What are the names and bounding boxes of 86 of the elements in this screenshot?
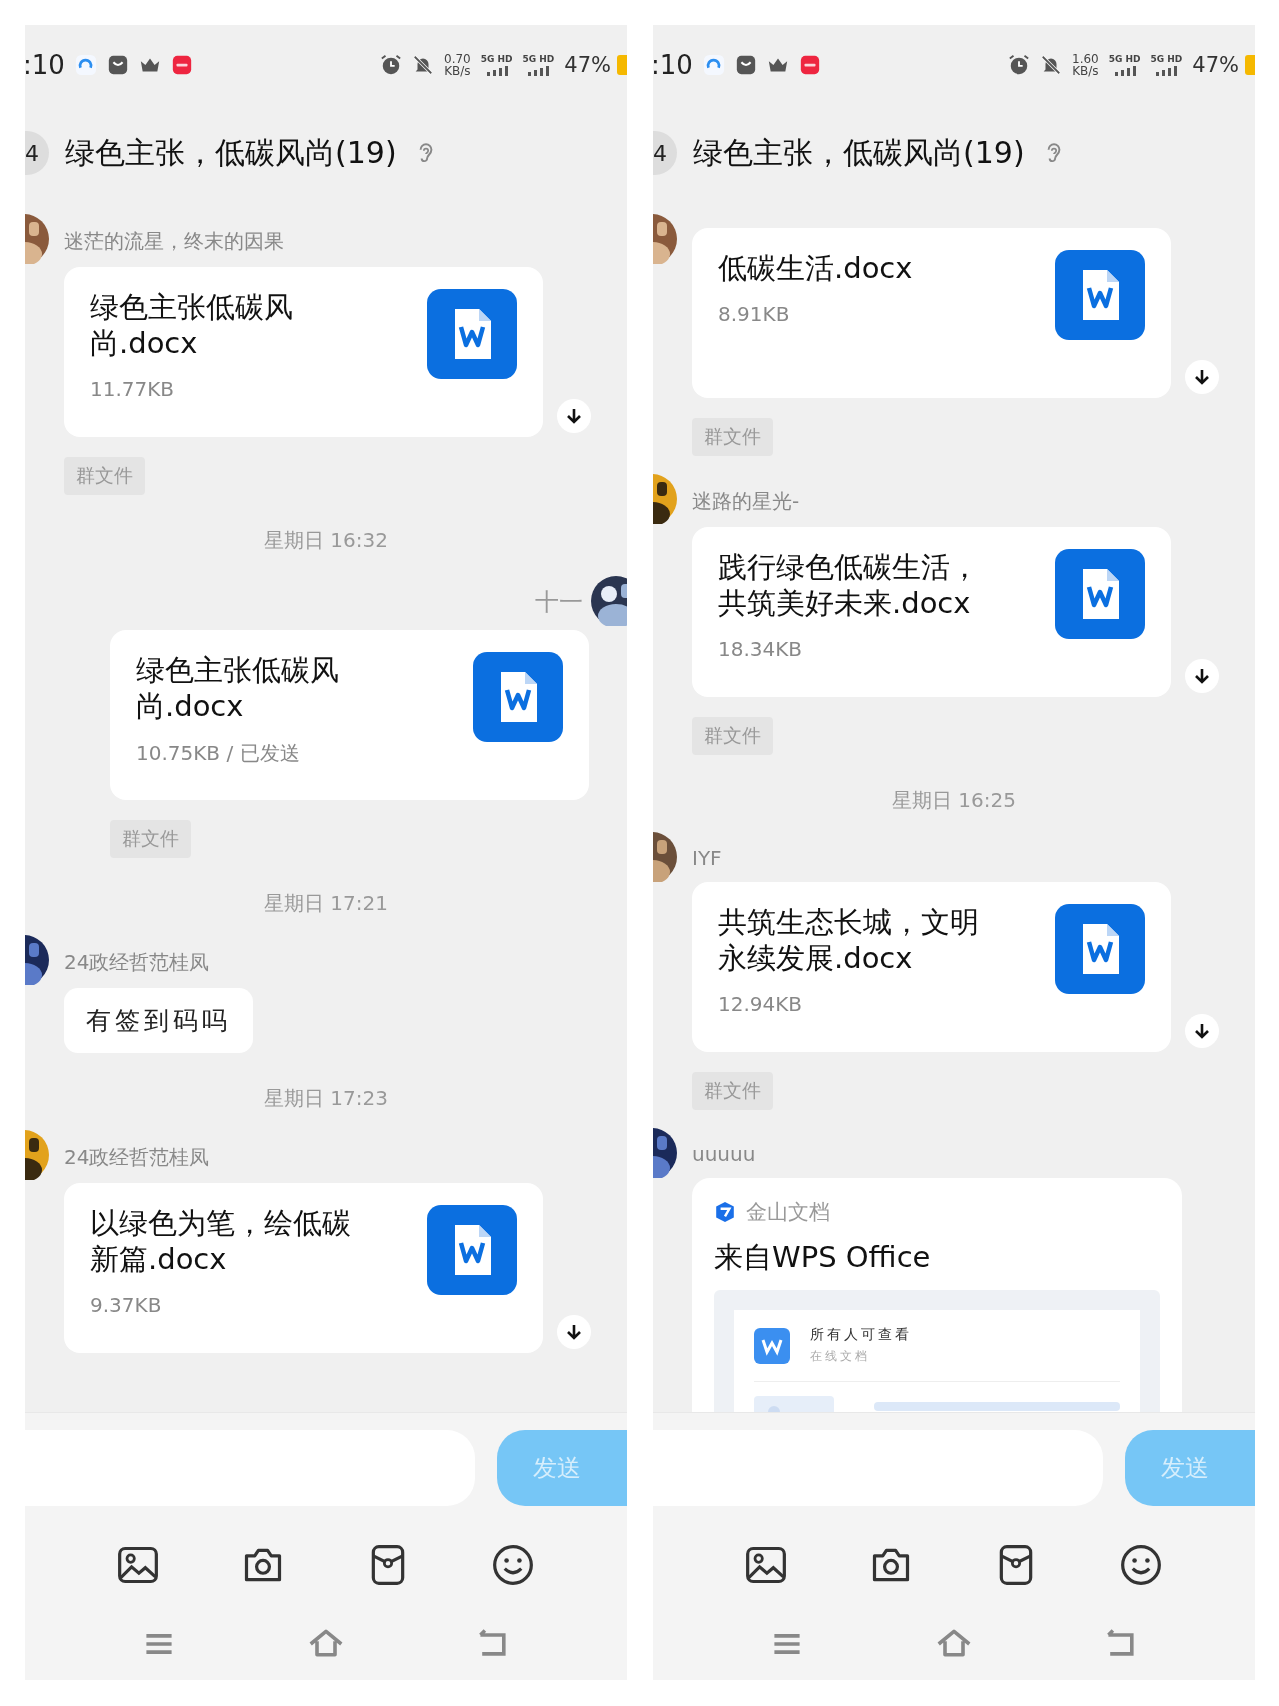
- sender-name: 迷路的星光-: [692, 488, 800, 515]
- word-document-icon: [1055, 250, 1145, 340]
- unread-badge[interactable]: 4: [25, 131, 49, 175]
- alarm-icon: [1008, 54, 1030, 76]
- group-file-tag: 群文件: [64, 457, 145, 495]
- chat-title: 绿色主张，低碳风尚(19): [693, 133, 1025, 172]
- battery-icon: [617, 55, 627, 75]
- word-icon: [754, 1327, 790, 1364]
- battery-icon: [1245, 55, 1255, 75]
- file-size: 18.34KB: [718, 637, 804, 661]
- file-card[interactable]: 低碳生活.docx 8.91KB: [692, 228, 1171, 398]
- source-name: 金山文档: [746, 1199, 830, 1226]
- status-time: :10: [25, 50, 65, 80]
- link-title: 来自WPS Office: [714, 1239, 932, 1276]
- muted-bell-icon: [412, 54, 434, 76]
- sender-name: 十一: [535, 587, 583, 618]
- file-size: 11.77KB: [90, 377, 176, 401]
- file-card[interactable]: 绿色主张低碳风尚.docx 10.75KB / 已发送: [110, 630, 589, 800]
- emoji-icon[interactable]: [491, 1542, 535, 1587]
- network-label: 5G HD: [1108, 54, 1141, 64]
- down-arrow-icon: [564, 406, 584, 426]
- sender-name: uuuuu: [692, 1142, 756, 1166]
- file-size: 12.94KB: [718, 992, 804, 1016]
- file-name: 共筑生态长城，文明永续发展.docx: [718, 904, 980, 976]
- file-name: 以绿色为笔，绘低碳新篇.docx: [90, 1205, 352, 1277]
- word-document-icon: [1055, 549, 1145, 639]
- cube-logo-icon: [714, 1201, 736, 1223]
- file-name: 低碳生活.docx: [718, 250, 913, 286]
- download-button[interactable]: [1185, 1014, 1219, 1048]
- sender-name: IYF: [692, 846, 722, 870]
- preview-title: 所有人可查看: [810, 1326, 912, 1344]
- shopping-bag-icon: [734, 54, 757, 76]
- alarm-icon: [380, 54, 402, 76]
- status-time: :10: [653, 50, 693, 80]
- browser-app-icon: [702, 54, 725, 76]
- down-arrow-icon: [1192, 666, 1212, 686]
- network-label: 5G HD: [522, 54, 555, 64]
- file-card[interactable]: 以绿色为笔，绘低碳新篇.docx 9.37KB: [64, 1183, 543, 1353]
- timestamp: 星期日 16:32: [263, 527, 389, 554]
- network-label: 5G HD: [1150, 54, 1183, 64]
- muted-bell-icon: [1040, 54, 1062, 76]
- battery-percent: 47%: [564, 53, 611, 77]
- preview-subtitle: 在线文档: [810, 1348, 871, 1365]
- file-name: 绿色主张低碳风尚.docx: [136, 652, 340, 724]
- down-arrow-icon: [1192, 1021, 1212, 1041]
- signal-icon: [525, 66, 552, 76]
- download-button[interactable]: [557, 1315, 591, 1349]
- download-button[interactable]: [1185, 360, 1219, 394]
- signal-icon: [1153, 66, 1180, 76]
- group-file-tag: 群文件: [692, 418, 773, 456]
- timestamp: 星期日 17:23: [263, 1085, 389, 1112]
- word-document-icon: [1055, 904, 1145, 994]
- battery-percent: 47%: [1192, 53, 1239, 77]
- file-card[interactable]: 共筑生态长城，文明永续发展.docx 12.94KB: [692, 882, 1171, 1052]
- unread-badge[interactable]: 4: [653, 131, 677, 175]
- download-button[interactable]: [1185, 659, 1219, 693]
- link-card[interactable]: 金山文档 来自WPS Office 所有人可查看 在线文档: [692, 1178, 1182, 1412]
- down-arrow-icon: [1192, 367, 1212, 387]
- file-card[interactable]: 绿色主张低碳风尚.docx 11.77KB: [64, 267, 543, 437]
- file-name: 绿色主张低碳风尚.docx: [90, 289, 294, 361]
- sender-name: 迷茫的流星，终末的因果: [64, 228, 284, 255]
- timestamp: 星期日 16:25: [891, 787, 1017, 814]
- down-arrow-icon: [564, 1322, 584, 1342]
- file-size: 8.91KB: [718, 302, 791, 326]
- word-document-icon: [427, 289, 517, 379]
- network-speed: 0.70 KB/s: [444, 53, 471, 77]
- sender-name: 24政经哲范桂凤: [64, 949, 210, 976]
- chat-title: 绿色主张，低碳风尚(19): [65, 133, 397, 172]
- network-label: 5G HD: [480, 54, 513, 64]
- file-size: 10.75KB / 已发送: [136, 740, 301, 767]
- download-button[interactable]: [557, 399, 591, 433]
- file-name: 践行绿色低碳生活，共筑美好未来.docx: [718, 549, 980, 621]
- word-document-icon: [473, 652, 563, 742]
- file-size: 9.37KB: [90, 1293, 163, 1317]
- group-file-tag: 群文件: [692, 717, 773, 755]
- sender-name: 24政经哲范桂凤: [64, 1144, 210, 1171]
- emoji-icon[interactable]: [1119, 1542, 1163, 1587]
- timestamp: 星期日 17:21: [263, 890, 389, 917]
- file-card[interactable]: 践行绿色低碳生活，共筑美好未来.docx 18.34KB: [692, 527, 1171, 697]
- group-file-tag: 群文件: [692, 1072, 773, 1110]
- word-document-icon: [427, 1205, 517, 1295]
- group-file-tag: 群文件: [110, 820, 191, 858]
- browser-app-icon: [74, 54, 97, 76]
- shopping-bag-icon: [106, 54, 129, 76]
- message-bubble: 有签到码吗: [64, 988, 253, 1053]
- network-speed: 1.60 KB/s: [1072, 53, 1099, 77]
